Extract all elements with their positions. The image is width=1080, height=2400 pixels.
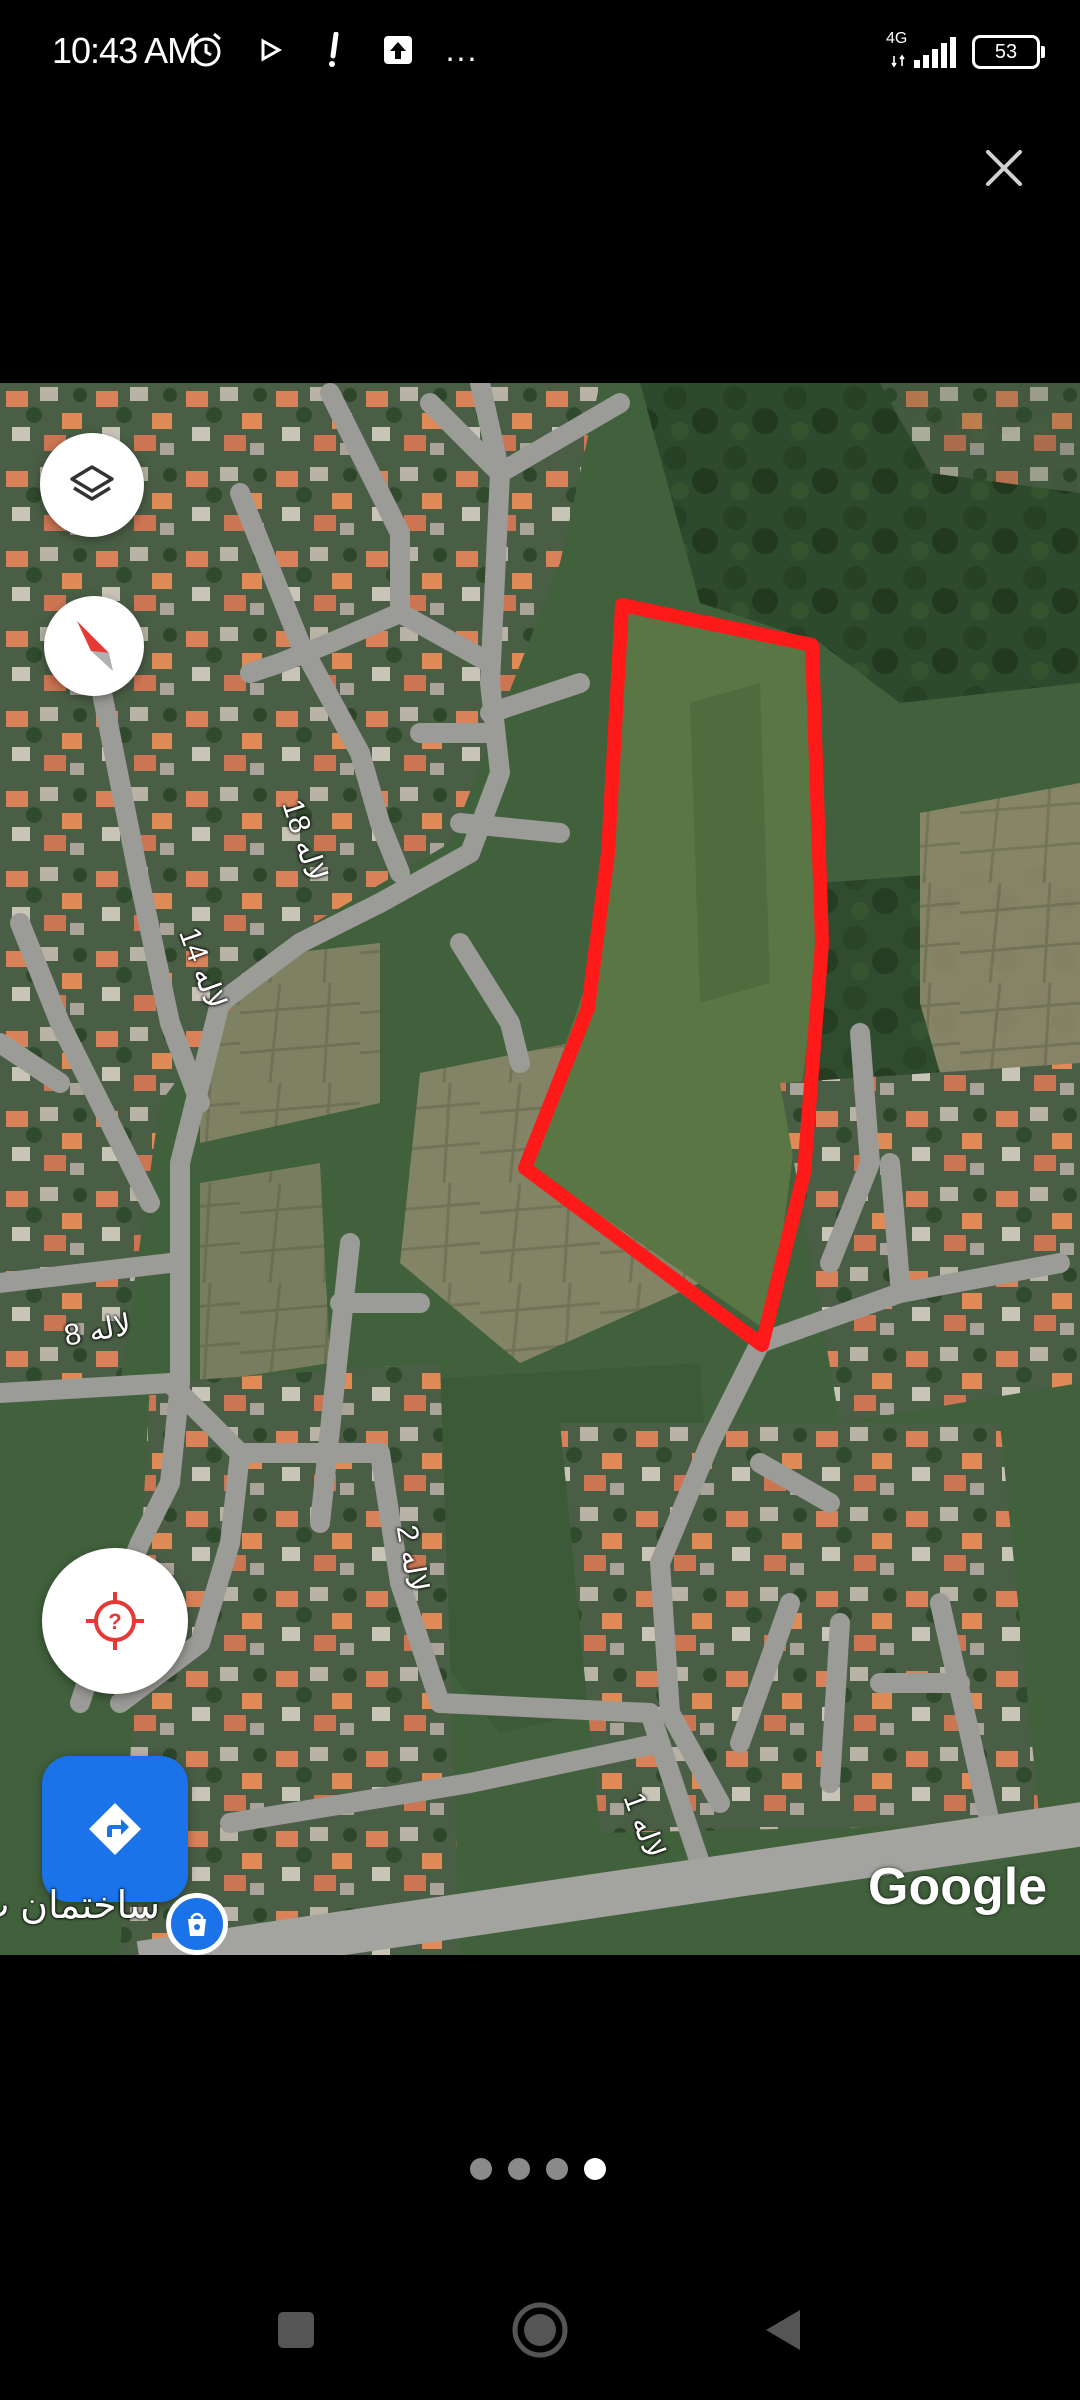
compass-button[interactable]	[44, 596, 144, 696]
location-unknown-icon: ?	[86, 1592, 144, 1650]
svg-text:?: ?	[108, 1609, 121, 1634]
pager-dot[interactable]	[508, 2158, 530, 2180]
map-view[interactable]: لاله 18 لاله 14 لاله 8 لاله 2 لاله 1 ? س…	[0, 383, 1080, 1955]
close-icon	[986, 150, 1022, 186]
pager-dot[interactable]	[546, 2158, 568, 2180]
layers-button[interactable]	[40, 433, 144, 537]
layers-icon	[70, 465, 114, 501]
close-button[interactable]	[976, 140, 1032, 196]
alert-icon	[314, 30, 354, 70]
pager-dot[interactable]	[470, 2158, 492, 2180]
recents-button[interactable]	[266, 2300, 326, 2360]
pager-dot-active[interactable]	[584, 2158, 606, 2180]
directions-icon	[89, 1803, 141, 1855]
home-button[interactable]	[510, 2300, 570, 2360]
upload-icon	[378, 30, 418, 70]
notification-icons: ...	[186, 30, 482, 70]
google-watermark: Google	[868, 1858, 1048, 1916]
battery-indicator: 53	[972, 35, 1045, 69]
satellite-imagery	[0, 383, 1080, 1955]
back-button[interactable]	[752, 2300, 812, 2360]
alarm-icon	[186, 30, 226, 70]
recents-icon	[278, 2312, 314, 2348]
place-label: ساختمان ت	[0, 1885, 160, 1927]
back-icon	[766, 2310, 800, 2350]
status-time: 10:43 AM	[52, 30, 197, 71]
directions-button[interactable]	[42, 1756, 188, 1902]
status-right: 4G 53	[886, 30, 1045, 70]
image-pager	[470, 2158, 606, 2180]
shop-pin[interactable]	[166, 1893, 228, 1955]
status-bar: 10:43 AM ... 4G 53	[0, 0, 1080, 110]
home-icon	[512, 2302, 568, 2358]
my-location-button[interactable]: ?	[42, 1548, 188, 1694]
play-icon	[250, 30, 290, 70]
more-icon: ...	[445, 31, 479, 68]
system-nav-bar	[0, 2280, 1080, 2380]
compass-icon	[77, 621, 113, 671]
signal-icon: 4G	[886, 30, 958, 70]
shopping-bag-icon	[188, 1912, 206, 1936]
